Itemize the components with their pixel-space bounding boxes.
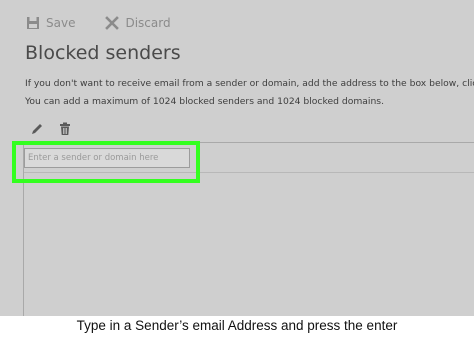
save-button[interactable]: Save — [26, 16, 75, 30]
description-line-2: You can add a maximum of 1024 blocked se… — [25, 96, 384, 107]
description-line-1: If you don't want to receive email from … — [25, 78, 474, 89]
list-actions — [30, 122, 72, 136]
toolbar: Save Discard — [26, 13, 171, 33]
pencil-icon[interactable] — [30, 122, 44, 136]
save-label: Save — [46, 16, 76, 30]
instruction-caption: Type in a Sender’s email Address and pre… — [76, 318, 398, 333]
trash-can-icon[interactable] — [58, 122, 72, 136]
discard-button[interactable]: Discard — [105, 16, 171, 30]
close-x-icon — [105, 16, 120, 30]
page-title: Blocked senders — [25, 42, 181, 64]
green-highlight-box — [12, 141, 200, 183]
floppy-disk-icon — [27, 17, 39, 29]
outlook-blocked-senders-screen: Save Discard Blocked senders If you don'… — [0, 0, 474, 316]
discard-label: Discard — [125, 16, 171, 30]
